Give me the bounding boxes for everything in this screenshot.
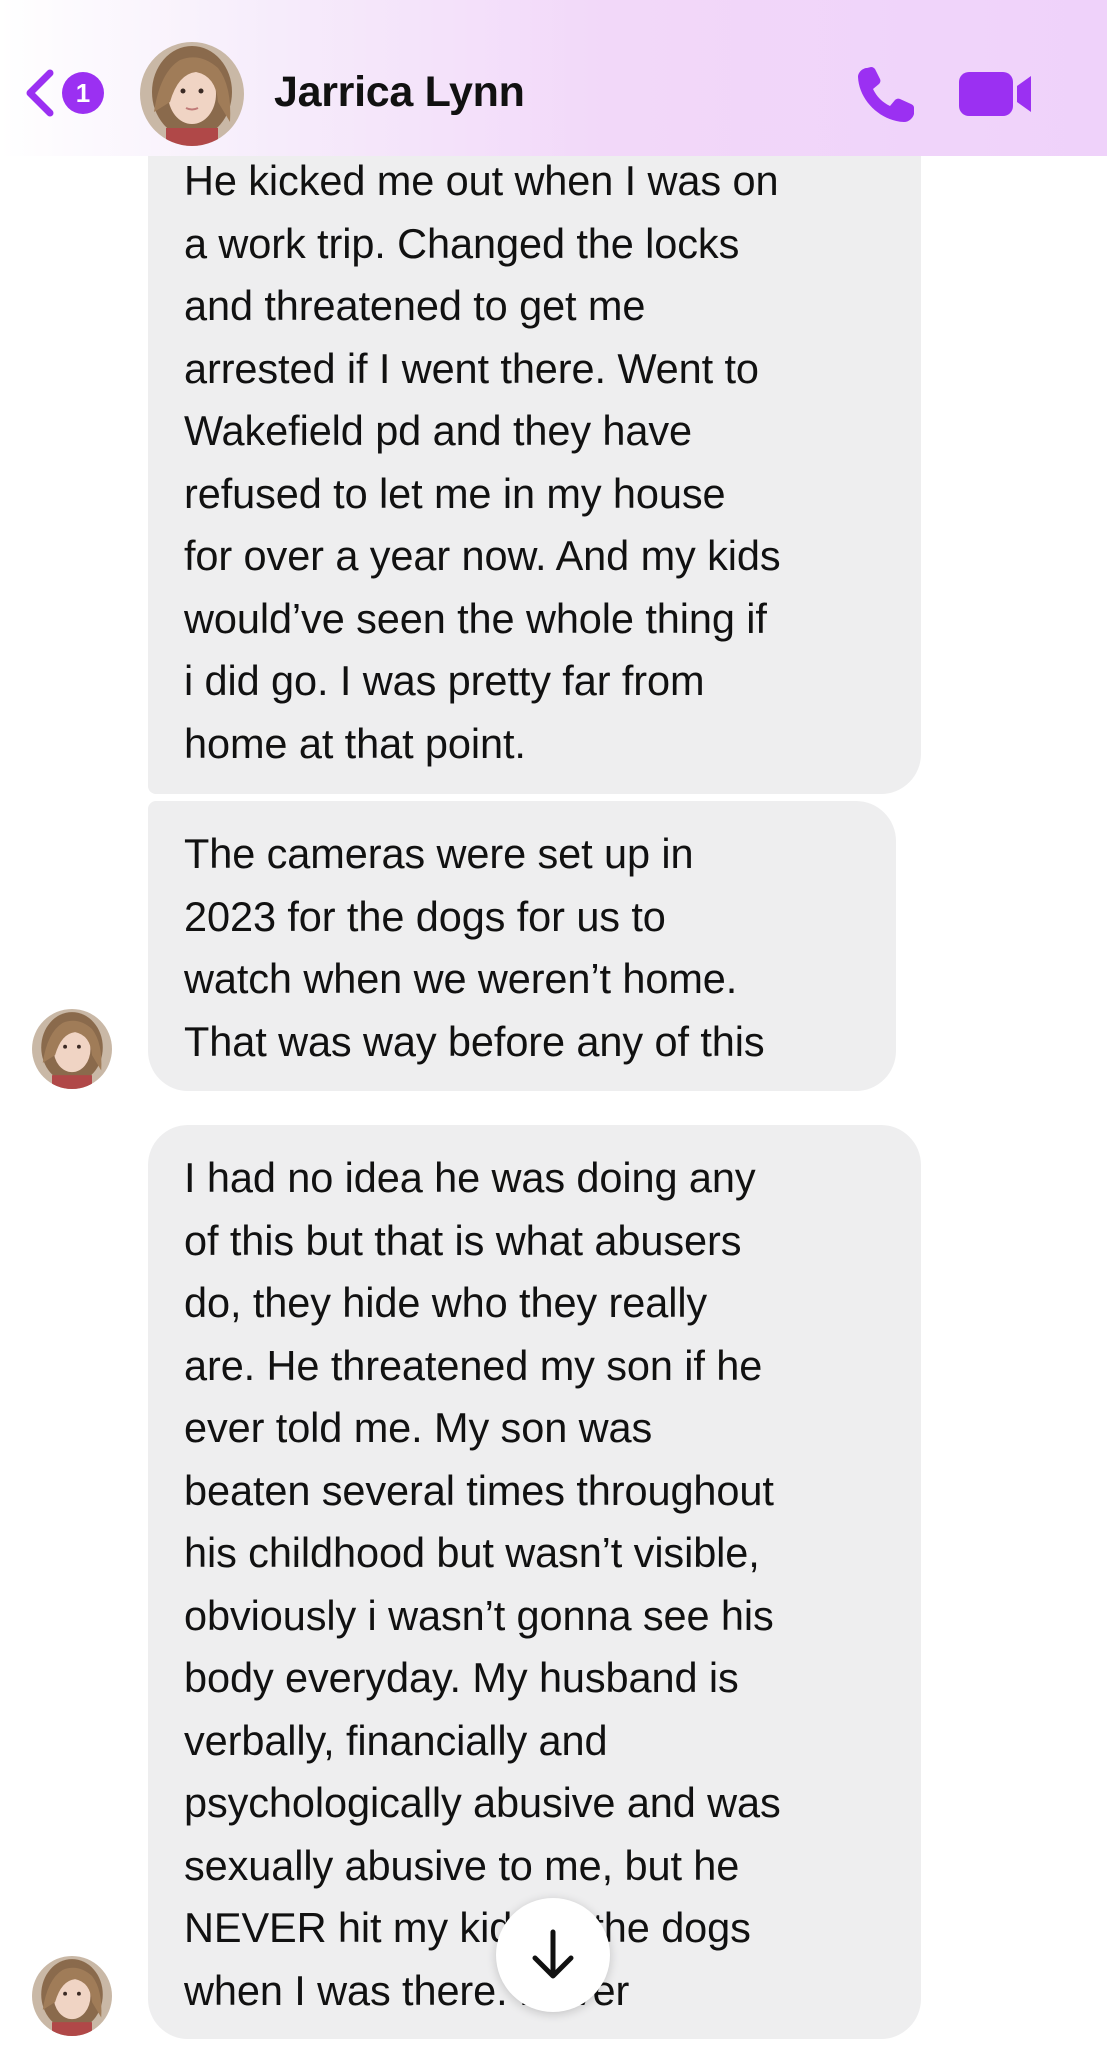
- sender-avatar[interactable]: [32, 1009, 112, 1089]
- avatar-image: [32, 1956, 112, 2036]
- audio-call-button[interactable]: [853, 64, 919, 126]
- conversation-header: 1 Jarrica Lynn: [0, 0, 1107, 156]
- chevron-left-icon: [26, 69, 54, 117]
- unread-count-badge: 1: [62, 72, 104, 114]
- received-message-bubble[interactable]: He kicked me out when I was on a work tr…: [148, 140, 921, 794]
- arrow-down-icon: [532, 1929, 574, 1979]
- contact-avatar[interactable]: [140, 42, 244, 146]
- video-camera-icon: [959, 72, 1031, 116]
- back-button[interactable]: 1: [22, 62, 122, 124]
- scroll-to-bottom-button[interactable]: [496, 1898, 610, 2012]
- video-call-button[interactable]: [957, 68, 1035, 120]
- phone-icon: [858, 67, 914, 122]
- messenger-conversation-screen: 1 Jarrica Lynn He kicked me out when I w…: [0, 0, 1107, 2048]
- sender-avatar[interactable]: [32, 1956, 112, 2036]
- received-message-bubble[interactable]: The cameras were set up in 2023 for the …: [148, 801, 896, 1091]
- contact-name[interactable]: Jarrica Lynn: [274, 68, 525, 117]
- avatar-image: [32, 1009, 112, 1089]
- avatar-image: [140, 42, 244, 146]
